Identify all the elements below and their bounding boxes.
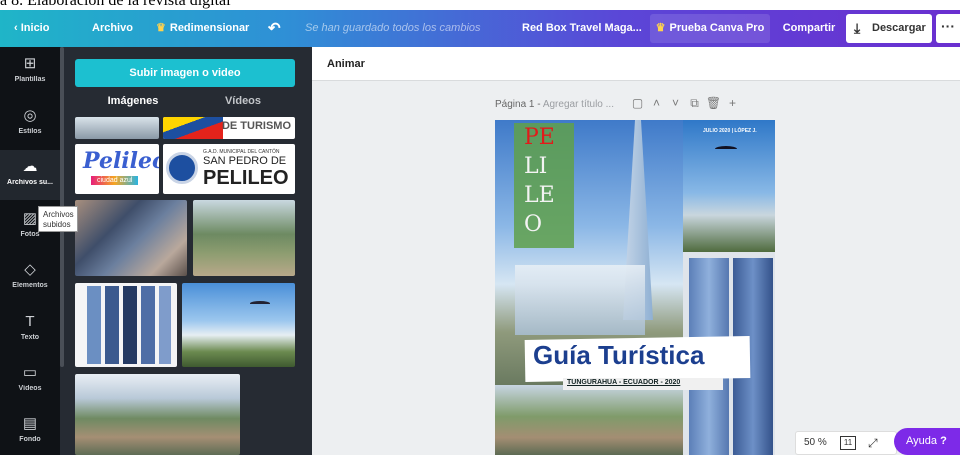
page-header: Página 1 - Agregar título ... <box>495 99 614 110</box>
upload-cloud-icon: ☁ <box>22 158 38 175</box>
help-button[interactable]: Ayuda ? <box>894 428 960 455</box>
background-icon: ▤ <box>22 415 38 432</box>
caption-text: a 8. Elaboración de la revista digital <box>0 0 231 9</box>
rail-item-uploads[interactable]: ☁ Archivos su... <box>0 150 60 200</box>
crown-icon: ♛ <box>156 22 166 34</box>
chevron-down-icon[interactable]: ˅ <box>666 96 685 110</box>
jeans-shape <box>105 286 119 364</box>
fullscreen-icon[interactable]: ⤢ <box>868 432 878 454</box>
left-rail: ⊞ Plantillas ◎ Estilos ☁ Archivos su... … <box>0 47 60 455</box>
paraglider-shape <box>715 146 737 152</box>
copy-icon[interactable]: ⧉ <box>685 96 704 111</box>
rail-item-templates[interactable]: ⊞ Plantillas <box>0 47 60 97</box>
rail-item-elements[interactable]: ◇ Elementos <box>0 253 60 303</box>
uploads-tooltip: Archivos subidos <box>38 206 78 232</box>
jeans-shape <box>159 286 171 364</box>
title-line-2: LI <box>524 154 548 179</box>
note-icon[interactable]: ▢ <box>628 96 647 110</box>
more-button[interactable]: ··· <box>936 14 960 43</box>
tab-images[interactable]: Imágenes <box>90 95 176 115</box>
uploaded-image-pelileo-logo[interactable]: Pelileo ciudad azul <box>75 144 159 194</box>
plus-icon[interactable]: + <box>723 96 742 110</box>
undo-icon[interactable]: ↶ <box>268 10 281 47</box>
download-icon: ⤓ <box>854 20 861 36</box>
chevron-left-icon: ‹ <box>14 22 21 34</box>
palette-icon: ◎ <box>23 107 37 124</box>
resize-button[interactable]: ♛ Redimensionar <box>156 10 249 47</box>
save-status: Se han guardado todos los cambios <box>305 22 481 34</box>
page-actions: ▢ ˄ ˅ ⧉ 🗑 + <box>628 96 742 111</box>
rail-item-styles[interactable]: ◎ Estilos <box>0 99 60 149</box>
title-line-4: O <box>524 212 543 237</box>
top-bar: ‹ Inicio Archivo ♛ Redimensionar ↶ Se han… <box>0 10 960 47</box>
jeans-shape <box>141 286 155 364</box>
uploaded-image-turismo[interactable]: DE TURISMO <box>163 117 295 139</box>
download-button[interactable]: ⤓ Descargar <box>846 14 932 43</box>
design-photo-city <box>495 385 683 455</box>
page-title-input[interactable]: Agregar título ... <box>543 99 614 110</box>
rail-item-videos[interactable]: ▭ Vídeos <box>0 356 60 406</box>
page-label: Página 1 - <box>495 99 541 110</box>
video-icon: ▭ <box>22 364 38 381</box>
uploaded-image-jeans-store[interactable] <box>75 200 187 276</box>
title-line-3: LE <box>524 183 555 208</box>
design-page[interactable]: JULIO 2020 | LÓPEZ J. PE LI LE O Guía Tu… <box>495 120 775 455</box>
crown-icon: ♛ <box>655 22 666 34</box>
design-subline: TUNGURAHUA - ECUADOR - 2020 <box>567 379 681 386</box>
try-pro-button[interactable]: ♛ Prueba Canva Pro <box>650 14 770 43</box>
design-headline: Guía Turística <box>533 340 705 370</box>
jeans-shape <box>87 286 101 364</box>
design-title[interactable]: Red Box Travel Maga... <box>522 10 642 47</box>
paraglider-shape <box>250 301 270 306</box>
uploaded-image-aerial-park[interactable] <box>193 200 295 276</box>
zoom-level[interactable]: 50 % <box>804 432 827 454</box>
animate-button[interactable]: Animar <box>327 47 365 81</box>
zoom-controls: 50 % 11 ⤢ <box>795 431 897 455</box>
title-block: PE LI LE O <box>514 123 574 248</box>
editor-area: Animar Página 1 - Agregar título ... ▢ ˄ ˅… <box>312 47 960 455</box>
templates-icon: ⊞ <box>23 55 37 72</box>
title-line-1: PE <box>524 125 555 150</box>
home-button[interactable]: ‹ Inicio <box>14 10 49 47</box>
trash-icon[interactable]: 🗑 <box>704 96 723 110</box>
design-date-strip: JULIO 2020 | LÓPEZ J. <box>703 128 757 134</box>
design-photo-volcano <box>683 120 775 252</box>
uploads-panel: Subir imagen o video Imágenes Vídeos DE … <box>60 47 312 455</box>
animate-bar: Animar <box>312 47 960 81</box>
uploaded-image-volcano-paraglider[interactable] <box>182 283 295 367</box>
file-menu[interactable]: Archivo <box>92 10 133 47</box>
municipal-seal <box>166 152 198 184</box>
jeans-shape <box>123 286 137 364</box>
rail-item-background[interactable]: ▤ Fondo <box>0 407 60 457</box>
uploaded-image-gad[interactable]: G.A.D. MUNICIPAL DEL CANTÓN SAN PEDRO DE… <box>163 144 295 194</box>
flag-stripes <box>163 117 223 139</box>
shapes-icon: ◇ <box>24 261 36 278</box>
fountain-spray <box>515 265 645 335</box>
uploaded-image[interactable] <box>75 117 159 139</box>
text-icon: T <box>25 313 35 330</box>
uploaded-image-jeans[interactable] <box>75 283 177 367</box>
page-count[interactable]: 11 <box>840 436 856 450</box>
chevron-up-icon[interactable]: ˄ <box>647 96 666 110</box>
rail-item-text[interactable]: T Texto <box>0 305 60 355</box>
tab-videos[interactable]: Vídeos <box>200 95 286 115</box>
share-button[interactable]: Compartir <box>776 14 842 43</box>
upload-media-button[interactable]: Subir imagen o video <box>75 59 295 87</box>
uploaded-image-city-aerial[interactable] <box>75 374 240 455</box>
document-caption: a 8. Elaboración de la revista digital <box>0 0 960 10</box>
